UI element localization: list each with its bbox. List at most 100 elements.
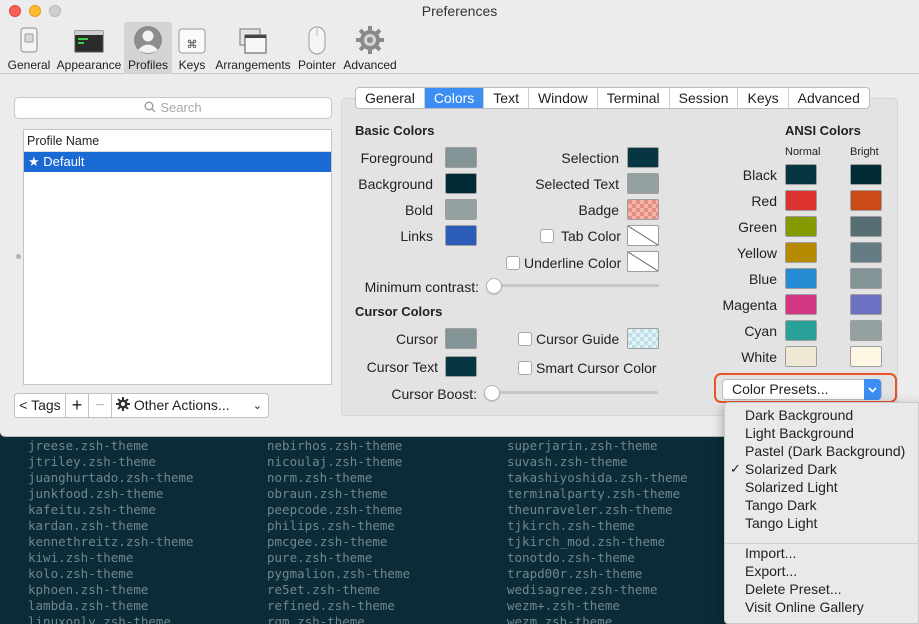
ansi-blue-bright-well[interactable] [850, 268, 882, 289]
preset-menu-item[interactable]: Light Background [725, 424, 919, 442]
badge-color-well[interactable] [627, 199, 659, 220]
ansi-green-bright-well[interactable] [850, 216, 882, 237]
minimum-contrast-track[interactable] [490, 284, 659, 287]
add-profile-button[interactable]: + [65, 393, 89, 418]
ansi-cyan-normal-well[interactable] [785, 320, 817, 341]
selection-color-well[interactable] [627, 147, 659, 168]
terminal-line: rgm.zsh-theme [267, 614, 365, 624]
other-actions-dropdown[interactable]: Other Actions... ⌄ [111, 393, 269, 418]
ansi-yellow-normal-well[interactable] [785, 242, 817, 263]
ansi-blue-normal-well[interactable] [785, 268, 817, 289]
tab-keys[interactable]: Keys [738, 88, 789, 108]
ansi-magenta-normal-well[interactable] [785, 294, 817, 315]
ansi-red-bright-well[interactable] [850, 190, 882, 211]
ansi-green-normal-well[interactable] [785, 216, 817, 237]
preset-menu-item[interactable]: Dark Background [725, 406, 919, 424]
terminal-line: norm.zsh-theme [267, 470, 373, 485]
toolbar-profiles[interactable]: Profiles [124, 22, 172, 74]
tab-text[interactable]: Text [484, 88, 529, 108]
ansi-red-normal-well[interactable] [785, 190, 817, 211]
toolbar-appearance[interactable]: Appearance [56, 22, 122, 74]
preferences-toolbar: General Appearance Profiles ⌘ Keys Arran… [0, 22, 919, 74]
close-window-button[interactable] [9, 5, 21, 17]
tab-color-checkbox[interactable] [540, 229, 554, 243]
zoom-window-button[interactable] [49, 5, 61, 17]
toolbar-arrangements[interactable]: Arrangements [214, 22, 292, 74]
chevron-down-icon: ⌄ [252, 400, 262, 412]
terminal-line: superjarin.zsh-theme [507, 438, 658, 453]
minimum-contrast-slider[interactable] [486, 278, 502, 294]
remove-profile-button[interactable]: − [88, 393, 112, 418]
tab-general[interactable]: General [356, 88, 425, 108]
tab-color-well[interactable] [627, 225, 659, 246]
terminal-line: wezm.zsh-theme [507, 614, 613, 624]
ansi-magenta-bright-well[interactable] [850, 294, 882, 315]
terminal-line: kafeitu.zsh-theme [28, 502, 156, 517]
terminal-line: suvash.zsh-theme [507, 454, 628, 469]
cursor-guide-color-well[interactable] [627, 328, 659, 349]
terminal-line: nicoulaj.zsh-theme [267, 454, 403, 469]
profile-name-column-header[interactable]: Profile Name [24, 130, 331, 152]
cursor-text-label: Cursor Text [366, 359, 438, 375]
terminal-line: refined.zsh-theme [267, 598, 395, 613]
toolbar-keys[interactable]: ⌘ Keys [176, 22, 208, 74]
tab-advanced[interactable]: Advanced [789, 88, 869, 108]
tab-color-label: Tab Color [561, 228, 621, 244]
cursor-guide-checkbox[interactable] [518, 332, 532, 346]
svg-text:⌘: ⌘ [187, 38, 198, 51]
profile-row-default[interactable]: ★ Default [24, 152, 331, 172]
gear-icon [116, 395, 130, 418]
profile-search-input[interactable]: Search [14, 97, 332, 119]
tab-terminal[interactable]: Terminal [598, 88, 670, 108]
terminal-line: jreese.zsh-theme [28, 438, 149, 453]
ansi-black-bright-well[interactable] [850, 164, 882, 185]
preset-menu-item[interactable]: Solarized Light [725, 478, 919, 496]
terminal-line: jtriley.zsh-theme [28, 454, 156, 469]
tags-toggle-button[interactable]: < Tags [14, 393, 66, 418]
ansi-magenta-label: Magenta [722, 297, 777, 313]
smart-cursor-color-checkbox[interactable] [518, 361, 532, 375]
cursor-text-color-well[interactable] [445, 356, 477, 377]
ansi-white-bright-well[interactable] [850, 346, 882, 367]
links-color-well[interactable] [445, 225, 477, 246]
minimum-contrast-label: Minimum contrast: [364, 279, 479, 295]
ansi-cyan-label: Cyan [744, 323, 777, 339]
preset-menu-item[interactable]: Pastel (Dark Background) [725, 442, 919, 460]
toolbar-pointer[interactable]: Pointer [296, 22, 338, 74]
foreground-color-well[interactable] [445, 147, 477, 168]
tab-window[interactable]: Window [529, 88, 598, 108]
ansi-black-label: Black [742, 167, 777, 183]
selected-text-color-well[interactable] [627, 173, 659, 194]
preset-action-item[interactable]: Export... [725, 562, 919, 580]
cursor-boost-label: Cursor Boost: [391, 386, 477, 402]
ansi-blue-label: Blue [748, 271, 777, 287]
preset-menu-item[interactable]: Tango Light [725, 514, 919, 532]
ansi-white-normal-well[interactable] [785, 346, 817, 367]
cursor-boost-slider[interactable] [484, 385, 500, 401]
splitter-handle[interactable] [16, 254, 21, 259]
color-presets-dropdown[interactable]: Color Presets... [722, 379, 882, 400]
minimize-window-button[interactable] [29, 5, 41, 17]
preset-action-item[interactable]: Import... [725, 544, 919, 562]
ansi-cyan-bright-well[interactable] [850, 320, 882, 341]
bold-color-well[interactable] [445, 199, 477, 220]
tab-session[interactable]: Session [670, 88, 739, 108]
preset-menu-item[interactable]: Tango Dark [725, 496, 919, 514]
preset-action-item[interactable]: Visit Online Gallery [725, 598, 919, 616]
terminal-line: kennethreitz.zsh-theme [28, 534, 194, 549]
ansi-yellow-bright-well[interactable] [850, 242, 882, 263]
tab-colors[interactable]: Colors [424, 88, 485, 108]
preset-menu-item[interactable]: ✓ Solarized Dark [725, 460, 919, 478]
ansi-colors-title: ANSI Colors [785, 123, 861, 138]
cursor-color-well[interactable] [445, 328, 477, 349]
underline-color-checkbox[interactable] [506, 256, 520, 270]
toolbar-advanced[interactable]: Advanced [343, 22, 397, 74]
underline-color-well[interactable] [627, 251, 659, 272]
terminal-line: lambda.zsh-theme [28, 598, 149, 613]
ansi-black-normal-well[interactable] [785, 164, 817, 185]
toolbar-general[interactable]: General [5, 22, 53, 74]
cursor-boost-track[interactable] [487, 391, 658, 394]
general-switch-icon [14, 25, 44, 55]
preset-action-item[interactable]: Delete Preset... [725, 580, 919, 598]
background-color-well[interactable] [445, 173, 477, 194]
